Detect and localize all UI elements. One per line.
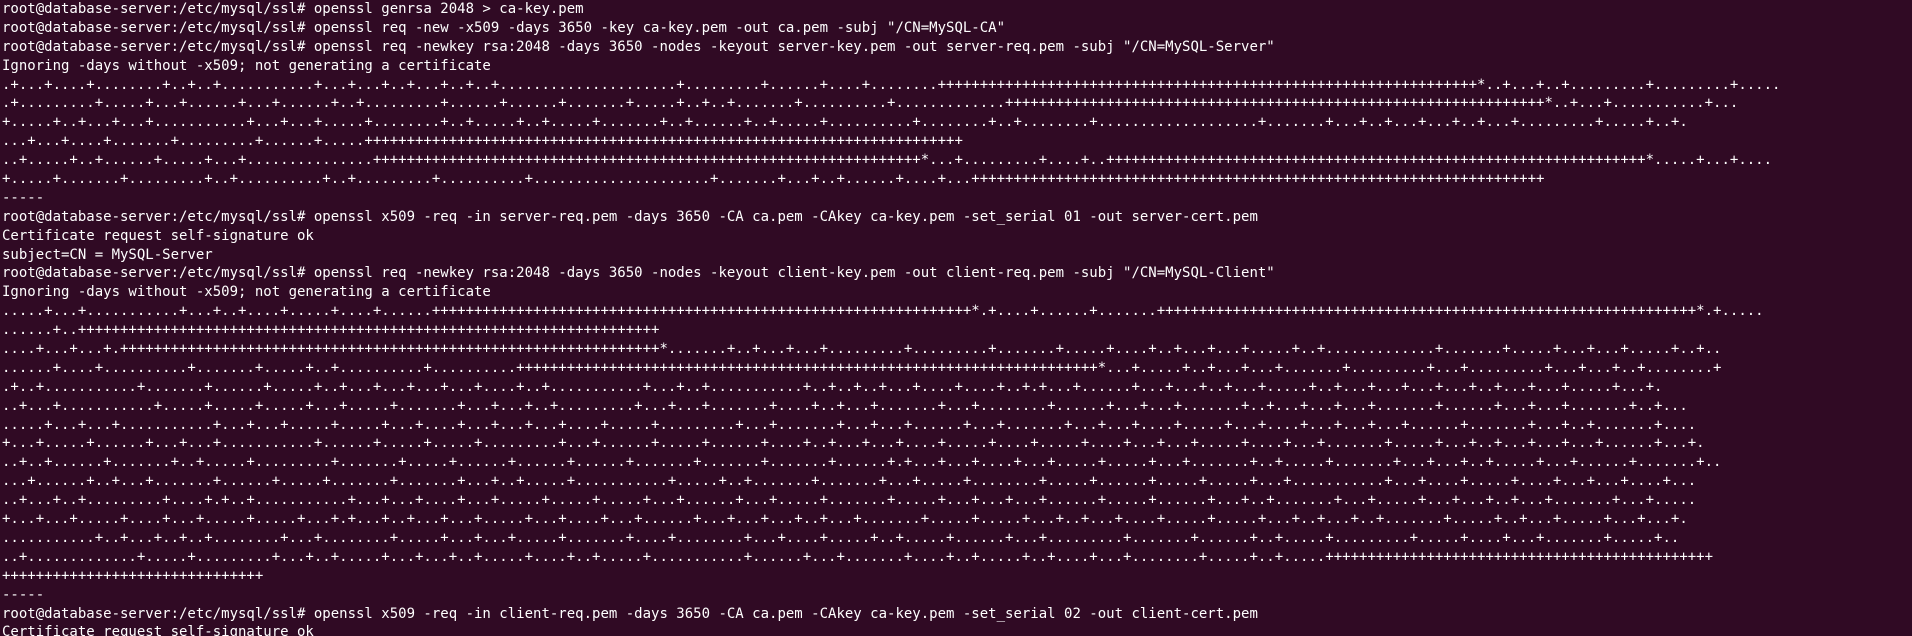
terminal-line: .....+...+...........+...+..+....+.....+…: [2, 303, 1764, 320]
terminal-line: ......+..+++++++++++++++++++++++++++++++…: [2, 322, 660, 339]
terminal-line: ..+.............+.....+.........+...+..+…: [2, 548, 1714, 565]
terminal-line: Ignoring -days without -x509; not genera…: [2, 284, 491, 301]
terminal-line: root@database-server:/etc/mysql/ssl# ope…: [2, 265, 1275, 282]
terminal-line: .+..+...........+.......+......+.....+..…: [2, 378, 1663, 395]
terminal-line: ..+...+...........+.....+.....+.....+...…: [2, 397, 1688, 414]
terminal-line: ..+...+..+.........+....+.+..+..........…: [2, 492, 1697, 509]
terminal-line: +.....+..+...+...+...........+...+...+..…: [2, 114, 1688, 131]
terminal-line: Certificate request self-signature ok: [2, 227, 314, 244]
terminal-line: ...+......+..+...+.......+......+.....+.…: [2, 473, 1697, 490]
terminal-line: .+.........+.....+...+......+...+......+…: [2, 95, 1739, 112]
terminal-line: Certificate request self-signature ok: [2, 624, 314, 636]
terminal-line: ..+.....+..+......+.....+...+...........…: [2, 152, 1773, 169]
terminal-line: ......+....+..........+.......+.....+..+…: [2, 359, 1722, 376]
terminal-line: root@database-server:/etc/mysql/ssl# ope…: [2, 38, 1275, 55]
terminal-line: root@database-server:/etc/mysql/ssl# ope…: [2, 1, 584, 17]
terminal-line: ....+...+...+.++++++++++++++++++++++++++…: [2, 341, 1722, 358]
terminal-line: Ignoring -days without -x509; not genera…: [2, 57, 491, 74]
terminal-line: -----: [2, 586, 45, 603]
terminal-line: +.....+.......+.........+..+..........+.…: [2, 171, 1545, 188]
terminal-line: ...+...+....+.......+.........+......+..…: [2, 133, 963, 150]
terminal-line: root@database-server:/etc/mysql/ssl# ope…: [2, 208, 1258, 225]
terminal-line: -----: [2, 189, 45, 206]
terminal-line: ..+..+......+.......+..+.....+.........+…: [2, 454, 1722, 471]
terminal-window[interactable]: root@database-server:/etc/mysql/ssl# ope…: [0, 0, 1912, 636]
terminal-line: root@database-server:/etc/mysql/ssl# ope…: [2, 605, 1258, 622]
terminal-line: .....+...+...+...........+...+...+.....+…: [2, 416, 1697, 433]
terminal-line: +...+...+.....+....+...+.....+.....+...+…: [2, 511, 1688, 528]
terminal-line: +++++++++++++++++++++++++++++++: [2, 567, 264, 584]
terminal-line: +...+.....+......+...+...+...........+..…: [2, 435, 1705, 452]
terminal-line: .+...+....+........+..+..+...........+..…: [2, 76, 1781, 93]
terminal-line: root@database-server:/etc/mysql/ssl# ope…: [2, 19, 1006, 36]
terminal-line: ...........+..+...+..+..+........+...+..…: [2, 529, 1680, 546]
terminal-line: subject=CN = MySQL-Server: [2, 246, 213, 263]
